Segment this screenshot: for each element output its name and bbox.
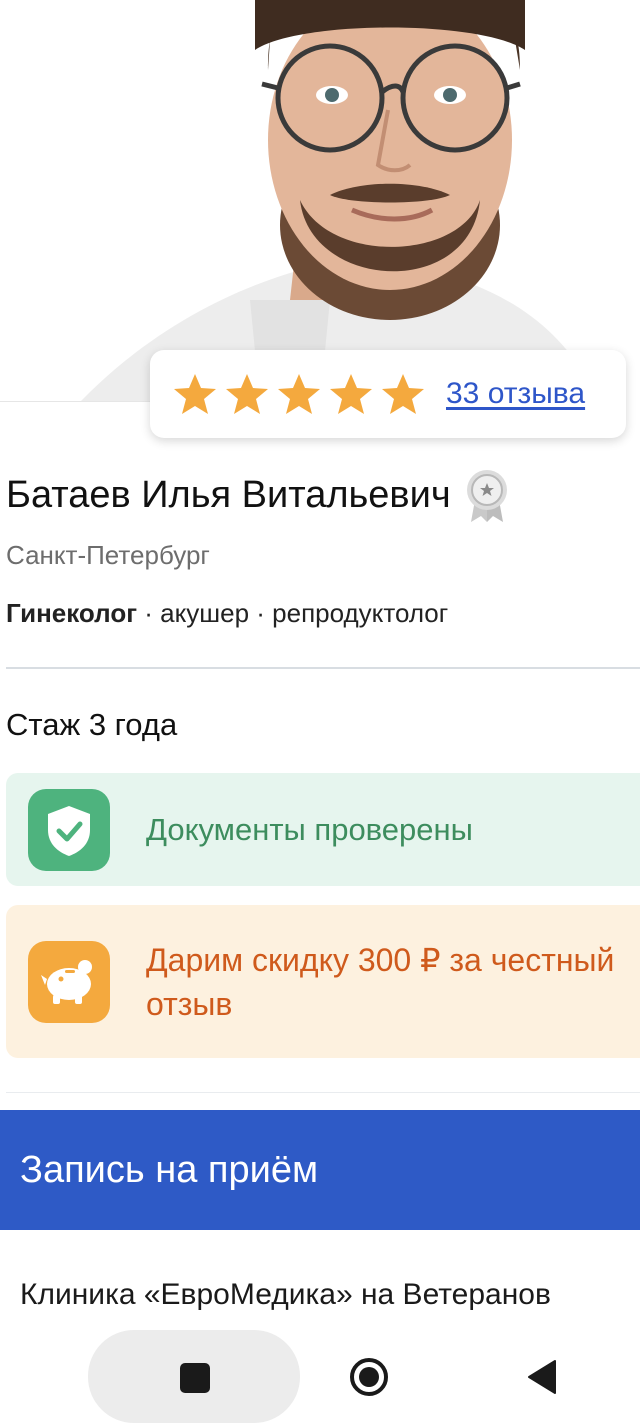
reviews-link[interactable]: 33 отзыва	[446, 377, 585, 411]
shield-check-icon	[28, 788, 110, 871]
doctor-name: Батаев Илья Витальевич	[6, 468, 509, 522]
doctor-specialties: Гинеколог · акушер · репродуктолог	[6, 598, 448, 629]
square-icon[interactable]	[180, 1363, 210, 1393]
doctor-name-text: Батаев Илья Витальевич	[6, 473, 451, 516]
divider	[6, 667, 640, 669]
triangle-back-icon[interactable]	[527, 1359, 557, 1395]
promo-text-line1: Дарим скидку 300 ₽ за честный	[146, 941, 615, 978]
documents-verified-label: Документы проверены	[146, 811, 473, 847]
booking-title: Запись на приём	[20, 1148, 319, 1191]
star-icon	[278, 374, 320, 414]
doctor-photo	[0, 0, 640, 402]
star-rating	[172, 372, 426, 416]
star-icon	[226, 374, 268, 414]
booking-banner[interactable]: Запись на приём	[0, 1110, 640, 1230]
piggy-bank-icon	[28, 940, 110, 1023]
promo-text-line2: отзыв	[146, 985, 233, 1022]
medal-badge-icon	[466, 470, 507, 522]
experience-label: Стаж 3 года	[6, 707, 178, 742]
separator	[6, 1092, 640, 1093]
star-icon	[382, 374, 424, 414]
star-icon	[330, 374, 372, 414]
primary-specialty: Гинеколог	[6, 598, 138, 628]
documents-verified-card: Документы проверены	[6, 773, 640, 886]
doctor-city: Санкт-Петербург	[6, 540, 210, 570]
star-icon	[174, 374, 216, 414]
rating-card: 33 отзыва	[150, 350, 626, 438]
promo-text: Дарим скидку 300 ₽ за честный отзыв	[146, 938, 614, 1026]
circle-home-icon[interactable]	[349, 1357, 389, 1397]
system-nav-bar	[0, 1330, 640, 1423]
clinic-name[interactable]: Клиника «ЕвроМедика» на Ветеранов	[20, 1278, 551, 1312]
other-specialties: · акушер · репродуктолог	[137, 598, 449, 628]
review-discount-card[interactable]: Дарим скидку 300 ₽ за честный отзыв	[6, 905, 640, 1058]
